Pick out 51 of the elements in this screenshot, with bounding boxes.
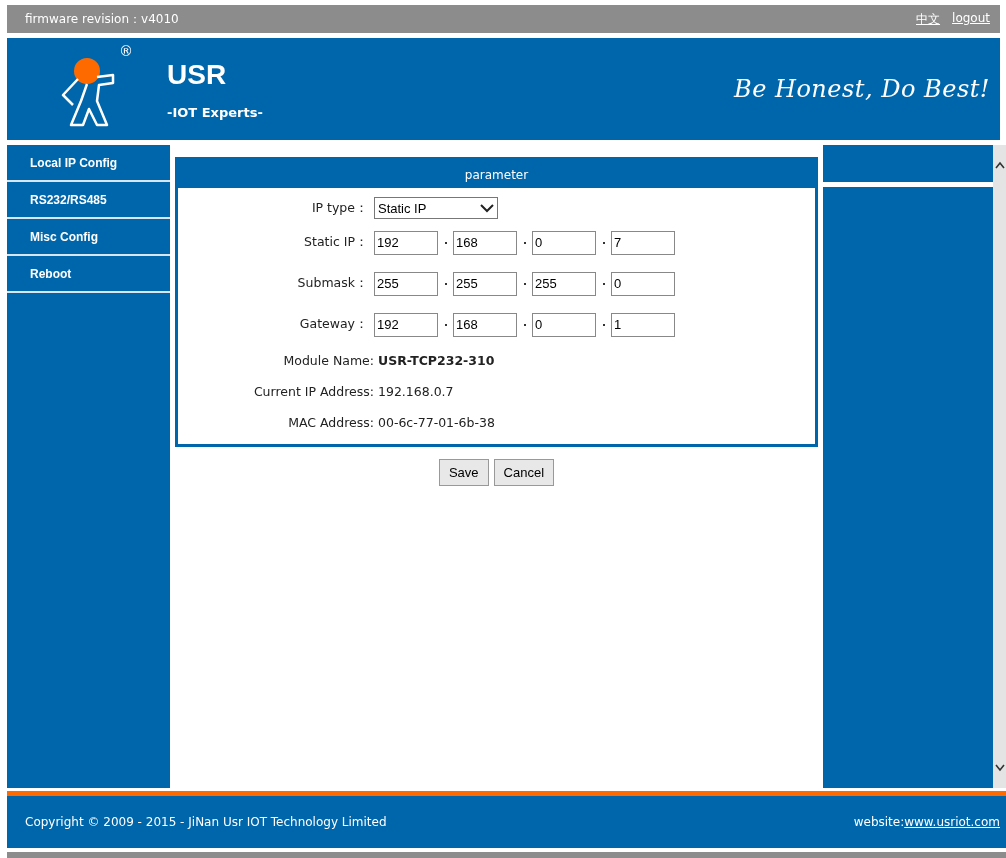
- field-label: Gateway：: [298, 316, 369, 333]
- sidebar-item[interactable]: Reboot: [7, 256, 170, 293]
- octet-input[interactable]: 0: [611, 271, 675, 296]
- firmware-revision: firmware revision：v4010: [25, 10, 179, 28]
- octet-separator: [602, 241, 605, 244]
- octet-input[interactable]: 7: [611, 230, 675, 255]
- scroll-up-icon[interactable]: [994, 161, 1005, 169]
- field-value: USR-TCP232-310: [377, 353, 495, 368]
- octet-separator: [602, 282, 605, 285]
- octet-separator: [444, 282, 447, 285]
- scroll-down-icon[interactable]: [994, 764, 1005, 772]
- chevron-down-icon: [480, 203, 494, 213]
- sidebar-item[interactable]: Misc Config: [7, 219, 170, 256]
- field-label: Static IP：: [303, 234, 369, 251]
- field-value: 192.168.0.7: [377, 384, 454, 399]
- field-value: 00-6c-77-01-6b-38: [377, 415, 495, 430]
- sidebar-item[interactable]: Local IP Config: [7, 145, 170, 182]
- octet-input[interactable]: 0: [532, 312, 596, 337]
- octet-separator: [523, 282, 526, 285]
- octet-input[interactable]: 0: [532, 230, 596, 255]
- octet-input[interactable]: 255: [453, 271, 517, 296]
- octet-input[interactable]: 255: [532, 271, 596, 296]
- panel-title: parameter: [178, 160, 815, 188]
- tagline: -IOT Experts-: [167, 104, 263, 120]
- octet-separator: [444, 323, 447, 326]
- brand-name: USR: [167, 58, 228, 91]
- copyright-text: Copyright © 2009 - 2015 - JiNan Usr IOT Technology Limited: [25, 815, 387, 829]
- octet-input[interactable]: 255: [374, 271, 438, 296]
- website-label: website:: [853, 815, 905, 829]
- sidebar-item[interactable]: RS232/RS485: [7, 182, 170, 219]
- octet-separator: [523, 323, 526, 326]
- website-link[interactable]: www.usriot.com: [904, 815, 1000, 829]
- octet-input[interactable]: 192: [374, 230, 438, 255]
- ip-type-dropdown[interactable]: Static IP: [374, 197, 498, 219]
- octet-separator: [444, 241, 447, 244]
- octet-input[interactable]: 168: [453, 230, 517, 255]
- octet-input[interactable]: 192: [374, 312, 438, 337]
- octet-input[interactable]: 1: [611, 312, 675, 337]
- slogan: Be Honest, Do Best!: [734, 75, 990, 103]
- scrollbar[interactable]: [993, 145, 1006, 788]
- form-button[interactable]: Cancel: [493, 459, 555, 486]
- octet-separator: [602, 323, 605, 326]
- field-label: MAC Address:: [287, 415, 374, 430]
- octet-separator: [523, 241, 526, 244]
- form-button[interactable]: Save: [438, 459, 489, 486]
- registered-mark: ®: [119, 43, 133, 59]
- field-label: Current IP Address:: [252, 384, 374, 399]
- octet-input[interactable]: 168: [453, 312, 517, 337]
- field-label: IP type：: [310, 199, 369, 217]
- field-label: Submask：: [296, 275, 369, 292]
- field-label: Module Name:: [282, 353, 374, 368]
